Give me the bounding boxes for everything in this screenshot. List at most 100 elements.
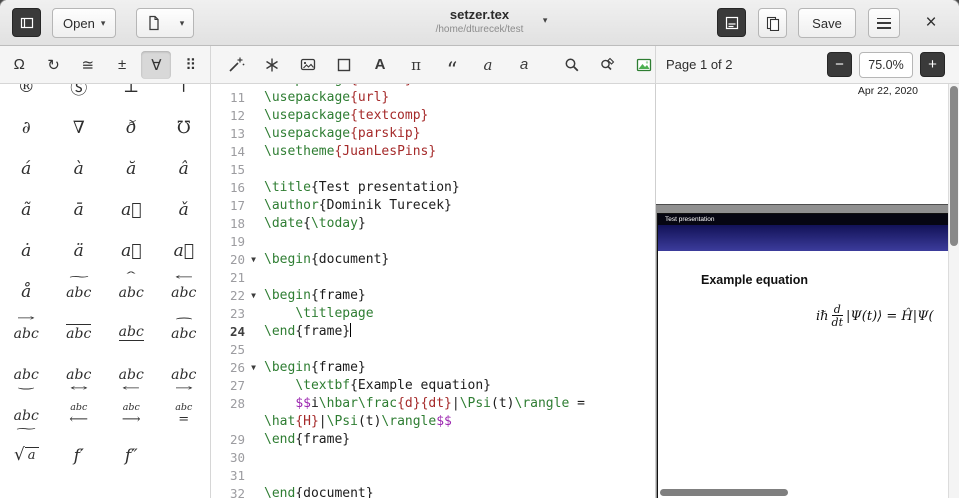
code-line[interactable]: 30 — [211, 449, 655, 467]
insert-image-button[interactable] — [633, 54, 655, 76]
code-line[interactable]: 25 — [211, 341, 655, 359]
symbol-check-accent[interactable]: ǎ — [158, 189, 211, 230]
code-line[interactable]: 21 — [211, 269, 655, 287]
document-title: setzer.tex — [436, 7, 524, 22]
symbol-bot[interactable]: ⊥ — [105, 84, 158, 107]
symbol-xleftarrow[interactable]: abc⟵ — [53, 394, 106, 435]
code-line[interactable]: 24\end{frame} — [211, 323, 655, 341]
symbol-mho[interactable]: ℧ — [158, 107, 211, 148]
frame-insert-button[interactable] — [333, 54, 355, 76]
symbol-dddot-accent[interactable]: a⃛ — [105, 230, 158, 271]
symbol-circled-r[interactable]: ® — [0, 84, 53, 107]
symbol-underleftarrow[interactable]: ←abc — [105, 353, 158, 394]
italic-button[interactable]: a — [477, 54, 499, 76]
wizard-button[interactable] — [225, 54, 247, 76]
symbol-category-misc-text[interactable]: ⠿ — [176, 51, 206, 79]
symbol-grave[interactable]: à — [53, 148, 106, 189]
symbol-ddot-accent[interactable]: ä — [53, 230, 106, 271]
code-line[interactable]: 17\author{Dominik Turecek} — [211, 197, 655, 215]
code-line[interactable]: 12\usepackage{textcomp} — [211, 107, 655, 125]
symbol-xrightarrow[interactable]: abc⟶ — [105, 394, 158, 435]
code-line[interactable]: 15 — [211, 161, 655, 179]
symbol-underline[interactable]: abc — [105, 312, 158, 353]
code-line[interactable]: 29\end{frame} — [211, 431, 655, 449]
preview-toggle-button[interactable] — [758, 8, 787, 38]
primary-menu-button[interactable] — [868, 8, 900, 38]
math-button[interactable]: π — [405, 54, 427, 76]
symbol-category-relations[interactable]: ≅ — [73, 51, 103, 79]
symbol-f-double-prime[interactable]: f″ — [105, 435, 158, 476]
zoom-level[interactable]: 75.0% — [859, 52, 913, 78]
symbol-dot-accent[interactable]: ȧ — [0, 230, 53, 271]
code-line[interactable]: 14\usetheme{JuanLesPins} — [211, 143, 655, 161]
code-line[interactable]: 22▼\begin{frame} — [211, 287, 655, 305]
symbol-utilde[interactable]: ~abc — [0, 394, 53, 435]
zoom-out-button[interactable]: − — [827, 52, 852, 77]
symbol-sqrt[interactable]: √a — [0, 435, 53, 476]
fold-gutter — [245, 89, 262, 107]
symbol-vec[interactable]: a⃗ — [105, 189, 158, 230]
find-replace-button[interactable] — [597, 54, 619, 76]
code-line[interactable]: 16\title{Test presentation} — [211, 179, 655, 197]
code-line[interactable]: 19 — [211, 233, 655, 251]
insert-object-button[interactable] — [297, 54, 319, 76]
build-log-button[interactable] — [717, 8, 746, 37]
symbol-tilde-accent[interactable]: ã — [0, 189, 53, 230]
fold-marker-icon[interactable]: ▼ — [245, 287, 262, 305]
vertical-scrollbar-thumb[interactable] — [950, 86, 958, 246]
horizontal-scrollbar-thumb[interactable] — [660, 489, 788, 496]
symbol-overbrace[interactable]: ⌢abc — [158, 312, 211, 353]
slanted-button[interactable]: a — [513, 54, 535, 76]
symbol-insert-button[interactable] — [261, 54, 283, 76]
symbol-nabla[interactable]: ∇ — [53, 107, 106, 148]
symbol-stackrel-eq[interactable]: abc= — [158, 394, 211, 435]
symbol-ring-accent[interactable]: å — [0, 271, 53, 312]
symbol-underleftrightarrow[interactable]: ↔abc — [53, 353, 106, 394]
symbol-bar-accent[interactable]: ā — [53, 189, 106, 230]
symbol-widetilde[interactable]: ~abc — [53, 271, 106, 312]
symbol-category-misc-math[interactable]: ∀ — [141, 51, 171, 79]
symbol-widehat[interactable]: ˆabc — [105, 271, 158, 312]
search-button[interactable] — [561, 54, 583, 76]
symbol-hat-accent[interactable]: â — [158, 148, 211, 189]
code-line[interactable]: 26▼\begin{frame} — [211, 359, 655, 377]
symbol-ddddot-accent[interactable]: a⃜ — [158, 230, 211, 271]
code-line[interactable]: 31 — [211, 467, 655, 485]
symbol-partial[interactable]: ∂ — [0, 107, 53, 148]
symbol-circled-s[interactable]: Ⓢ — [53, 84, 106, 107]
vertical-scrollbar[interactable] — [948, 84, 959, 498]
fold-gutter — [245, 395, 262, 413]
symbol-category-operators[interactable]: ± — [107, 51, 137, 79]
code-line[interactable]: 27 \textbf{Example equation} — [211, 377, 655, 395]
symbol-f-prime[interactable]: f′ — [53, 435, 106, 476]
close-button[interactable]: × — [916, 8, 946, 38]
symbol-top[interactable]: ⊤ — [158, 84, 211, 107]
symbol-breve[interactable]: ă — [105, 148, 158, 189]
symbol-eth[interactable]: ð — [105, 107, 158, 148]
symbol-overrightarrow[interactable]: →abc — [0, 312, 53, 353]
symbol-underbrace[interactable]: ⌣abc — [0, 353, 53, 394]
fold-marker-icon[interactable]: ▼ — [245, 251, 262, 269]
save-button[interactable]: Save — [798, 8, 856, 38]
zoom-in-button[interactable]: + — [920, 52, 945, 77]
symbol-overline[interactable]: abc — [53, 312, 106, 353]
code-line[interactable]: 18\date{\today} — [211, 215, 655, 233]
code-line[interactable]: 20▼\begin{document} — [211, 251, 655, 269]
code-line[interactable]: 28 $$i\hbar\frac{d}{dt}|\Psi(t)\rangle = — [211, 395, 655, 413]
code-line[interactable]: 13\usepackage{parskip} — [211, 125, 655, 143]
code-line[interactable]: \hat{H}|\Psi(t)\rangle$$ — [211, 413, 655, 431]
symbol-category-arrows[interactable]: ↻ — [39, 51, 69, 79]
symbol-underrightarrow[interactable]: →abc — [158, 353, 211, 394]
code-line[interactable]: 32\end{document} — [211, 485, 655, 498]
bold-button[interactable]: A — [369, 54, 391, 76]
document-switcher-caret[interactable]: ▾ — [543, 16, 548, 25]
code-text: \usepackage{parskip} — [262, 125, 421, 143]
source-editor[interactable]: 10\usepackage{xcolor}11\usepackage{url}1… — [211, 84, 656, 498]
symbol-acute[interactable]: á — [0, 148, 53, 189]
fold-marker-icon[interactable]: ▼ — [245, 359, 262, 377]
code-line[interactable]: 11\usepackage{url} — [211, 89, 655, 107]
symbol-category-greek-letters[interactable]: Ω — [4, 51, 34, 79]
quotes-button[interactable]: “ — [441, 54, 463, 76]
code-line[interactable]: 23 \titlepage — [211, 305, 655, 323]
symbol-overleftarrow[interactable]: ←abc — [158, 271, 211, 312]
